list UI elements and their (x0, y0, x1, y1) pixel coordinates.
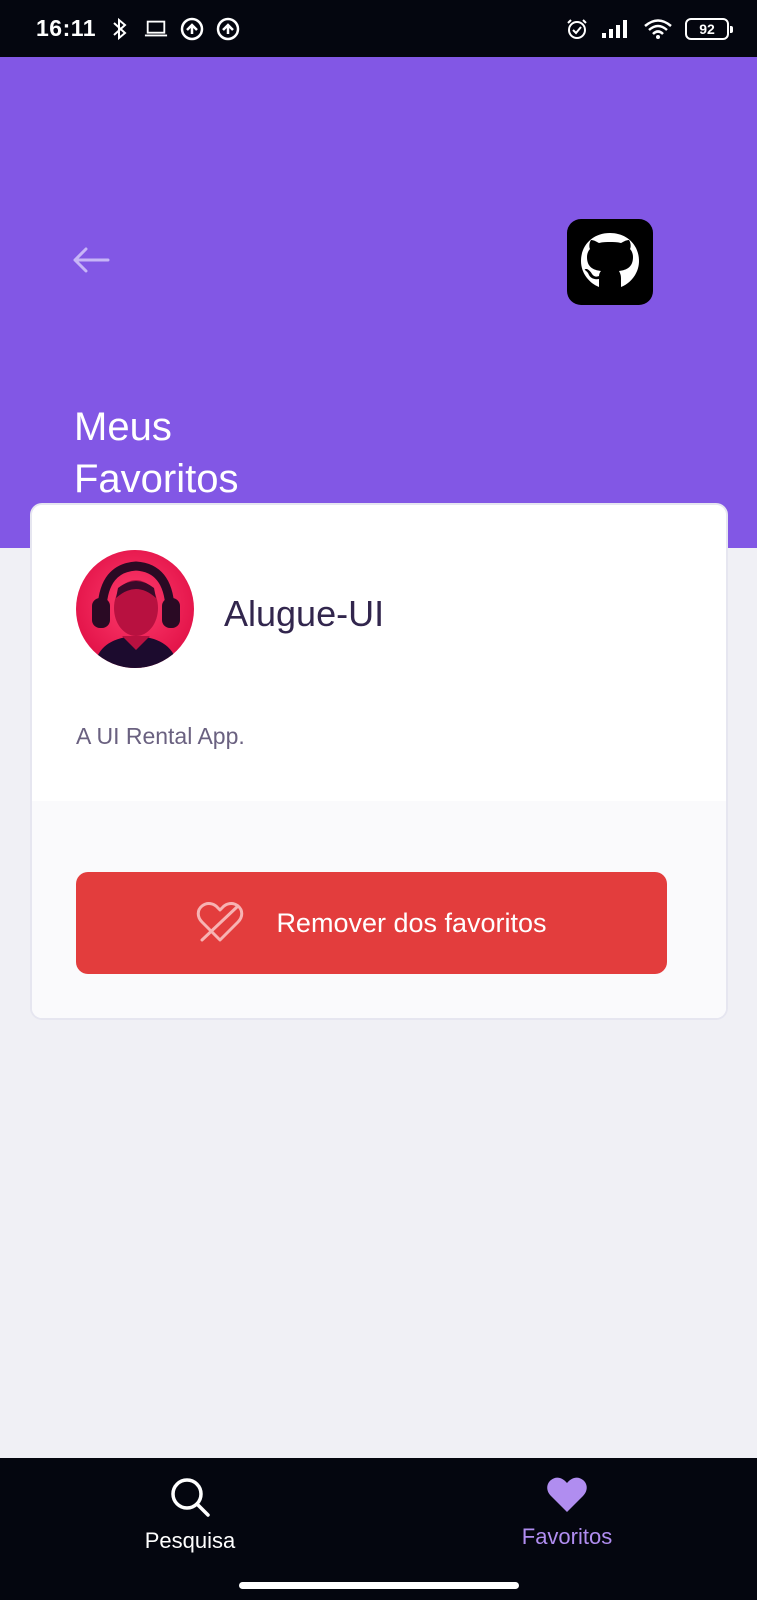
bluetooth-icon (108, 17, 132, 41)
nav-label-favorites: Favoritos (521, 1524, 613, 1549)
remove-favorite-button[interactable]: Remover dos favoritos (76, 872, 667, 974)
bottom-nav: Pesquisa Favoritos (0, 1458, 757, 1600)
search-icon (171, 1478, 210, 1517)
sync-icon (216, 17, 240, 41)
status-left: 16:11 (36, 15, 240, 42)
favorite-card: Alugue-UI A UI Rental App. Remover dos f… (30, 503, 728, 1020)
header: Meus Favoritos (0, 57, 757, 548)
avatar (76, 550, 194, 668)
battery-icon: 92 (685, 17, 733, 40)
remove-favorite-label: Remover dos favoritos (276, 907, 547, 938)
card-header: Alugue-UI A UI Rental App. (32, 505, 726, 801)
arrow-left-icon (73, 247, 110, 273)
alarm-icon (565, 17, 589, 41)
repo-name: Alugue-UI (224, 593, 385, 634)
page-title: Meus Favoritos (74, 405, 239, 501)
laptop-icon (144, 17, 168, 41)
nav-item-favorites[interactable]: Favoritos (467, 1476, 667, 1550)
wifi-icon (643, 17, 673, 41)
status-bar: 16:11 92 (0, 0, 757, 57)
card-footer: Remover dos favoritos (32, 801, 726, 1018)
sync-icon (180, 17, 204, 41)
repo-description: A UI Rental App. (76, 723, 245, 749)
nav-item-search[interactable]: Pesquisa (90, 1476, 290, 1554)
heart-off-icon (197, 902, 244, 942)
back-button[interactable] (70, 242, 112, 278)
status-right: 92 (565, 17, 733, 41)
heart-icon (547, 1477, 587, 1512)
github-icon[interactable] (567, 219, 653, 305)
status-time: 16:11 (36, 15, 97, 41)
signal-icon (601, 17, 631, 41)
nav-label-search: Pesquisa (144, 1528, 236, 1553)
home-indicator (239, 1582, 519, 1589)
